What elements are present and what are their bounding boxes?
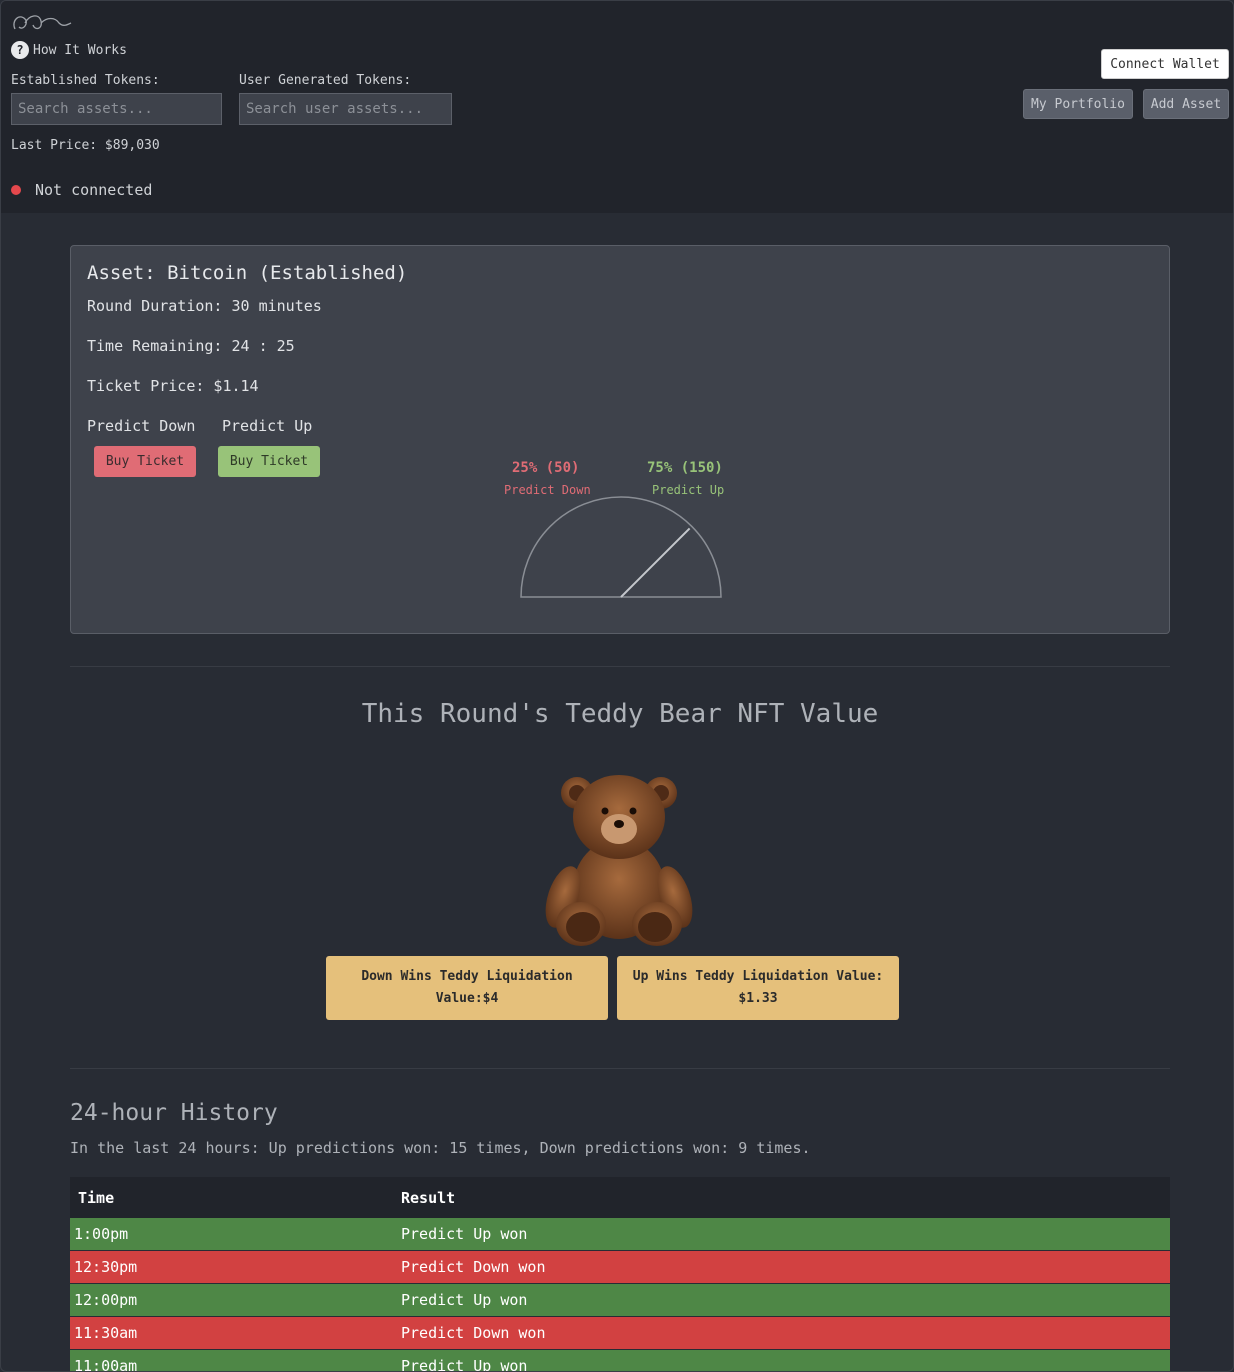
top-bar: ? How It Works Established Tokens: User … [1, 1, 1233, 213]
established-search-input[interactable] [11, 93, 222, 125]
status-dot-icon [11, 185, 21, 195]
time-remaining: Time Remaining: 24 : 25 [87, 337, 295, 355]
history-summary: In the last 24 hours: Up predictions won… [70, 1139, 811, 1157]
established-tokens-label: Established Tokens: [11, 73, 160, 88]
row-result: Predict Down won [401, 1324, 546, 1342]
row-time: 12:00pm [74, 1291, 138, 1309]
how-it-works-label: How It Works [33, 42, 127, 58]
history-table: Time Result 1:00pm Predict Up won 12:30p… [70, 1177, 1170, 1372]
row-time: 11:30am [74, 1324, 138, 1342]
row-result: Predict Up won [401, 1225, 528, 1243]
how-it-works-link[interactable]: ? How It Works [11, 41, 127, 59]
table-row: 11:00am Predict Up won [70, 1350, 1170, 1372]
nft-title: This Round's Teddy Bear NFT Value [361, 699, 879, 729]
add-asset-button[interactable]: Add Asset [1143, 89, 1229, 119]
last-price: Last Price: $89,030 [11, 138, 160, 153]
round-duration: Round Duration: 30 minutes [87, 297, 322, 315]
logo-icon [13, 15, 72, 30]
gauge-down-percent: 25% (50) [512, 460, 580, 476]
table-row: 12:30pm Predict Down won [70, 1251, 1170, 1283]
connection-status-text: Not connected [35, 181, 153, 199]
predict-down-label: Predict Down [87, 417, 196, 435]
buy-down-ticket-button[interactable]: Buy Ticket [94, 446, 196, 477]
table-header: Time Result [70, 1177, 1170, 1218]
row-time: 12:30pm [74, 1258, 138, 1276]
asset-title: Asset: Bitcoin (Established) [87, 262, 408, 284]
row-result: Predict Down won [401, 1258, 546, 1276]
ticket-price: Ticket Price: $1.14 [87, 377, 259, 395]
round-card: Asset: Bitcoin (Established) Round Durat… [70, 245, 1170, 634]
section-divider [70, 666, 1170, 667]
column-header-time: Time [78, 1188, 115, 1207]
teddy-bear-image [545, 775, 693, 946]
table-row: 1:00pm Predict Up won [70, 1218, 1170, 1250]
gauge-arc [520, 496, 722, 598]
connection-status: Not connected [11, 181, 152, 199]
user-tokens-label: User Generated Tokens: [239, 73, 412, 88]
connect-wallet-button[interactable]: Connect Wallet [1101, 49, 1229, 79]
row-time: 1:00pm [74, 1225, 129, 1243]
section-divider [70, 1068, 1170, 1069]
predict-up-label: Predict Up [222, 417, 313, 435]
table-row: 12:00pm Predict Up won [70, 1284, 1170, 1316]
table-row: 11:30am Predict Down won [70, 1317, 1170, 1349]
row-time: 11:00am [74, 1357, 138, 1372]
my-portfolio-button[interactable]: My Portfolio [1023, 89, 1133, 119]
gauge-needle [620, 527, 691, 598]
row-result: Predict Up won [401, 1357, 528, 1372]
row-result: Predict Up won [401, 1291, 528, 1309]
history-title: 24-hour History [70, 1100, 278, 1126]
up-wins-value-box: Up Wins Teddy Liquidation Value: $1.33 [617, 956, 899, 1020]
column-header-result: Result [401, 1188, 456, 1207]
gauge-up-percent: 75% (150) [647, 460, 723, 476]
help-icon: ? [11, 41, 29, 59]
prediction-gauge [520, 496, 722, 598]
down-wins-value-box: Down Wins Teddy Liquidation Value:$4 [326, 956, 608, 1020]
app-window: ? How It Works Established Tokens: User … [0, 0, 1234, 1372]
buy-up-ticket-button[interactable]: Buy Ticket [218, 446, 320, 477]
user-search-input[interactable] [239, 93, 452, 125]
